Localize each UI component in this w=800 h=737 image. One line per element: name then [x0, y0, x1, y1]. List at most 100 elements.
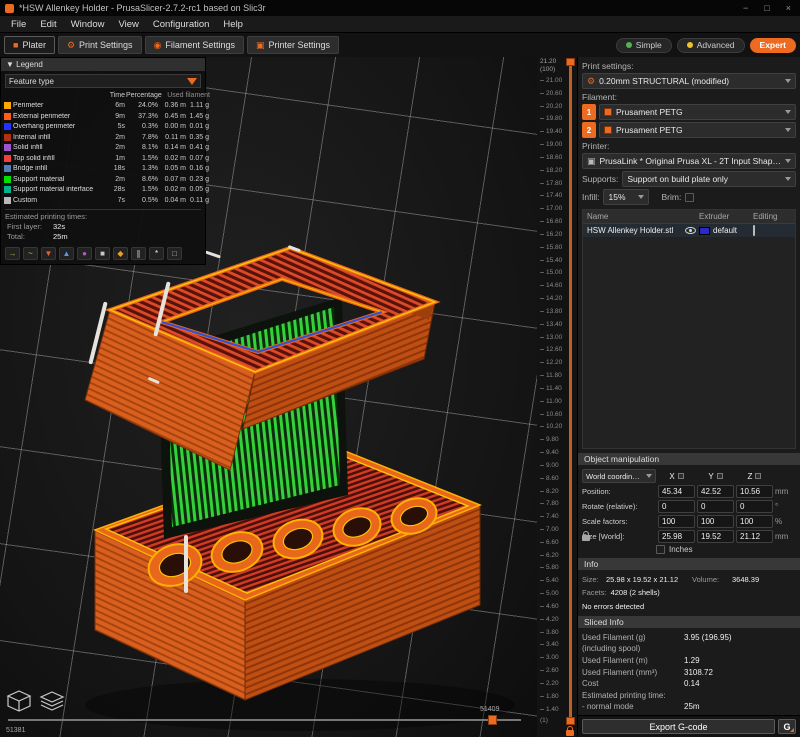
layer-slider-track[interactable]	[569, 59, 572, 719]
legend-toggle-icons: → ~ ▼ ▲ ● ■ ◆ ∥	[5, 247, 201, 260]
maximize-icon[interactable]: □	[764, 3, 769, 13]
hslider-track[interactable]	[8, 719, 521, 721]
mirror-x-icon[interactable]	[678, 473, 684, 479]
filament-select[interactable]: Prusament PETG	[599, 104, 796, 120]
coordinates-select[interactable]: World coordinates	[582, 469, 656, 483]
feature-filament-g: 0.01 g	[187, 123, 210, 130]
plater-icon: ■	[13, 41, 18, 50]
prusaslicer-window: *HSW Allenkey Holder - PrusaSlicer-2.7.2…	[0, 0, 800, 737]
mode-advanced[interactable]: Advanced	[677, 38, 745, 53]
menu-item[interactable]: Edit	[33, 18, 63, 31]
filter-funnel-icon[interactable]	[187, 78, 197, 85]
feature-time: 2m	[108, 134, 126, 141]
preview-layers-icon[interactable]	[39, 689, 65, 713]
x-value-field[interactable]: 100	[658, 515, 695, 528]
inches-checkbox[interactable]	[656, 545, 665, 554]
legend-toggle-icon[interactable]: ∥	[131, 247, 146, 260]
axis-z-header: Z	[736, 472, 773, 481]
legend-toggle-icon[interactable]: ▲	[59, 247, 74, 260]
sliced-info-row: Used Filament (mm³) 3108.72	[582, 667, 796, 679]
feature-color-swatch	[4, 123, 11, 130]
filament-color-swatch	[604, 108, 612, 116]
y-value-field[interactable]: 0	[697, 500, 734, 513]
eye-icon[interactable]	[685, 227, 696, 234]
menu-item[interactable]: Window	[64, 18, 112, 31]
extruder-badge[interactable]: 2	[582, 122, 596, 138]
feature-type-selector[interactable]: Feature type	[5, 74, 201, 88]
tab-printer-settings[interactable]: ▣ Printer Settings	[247, 36, 339, 54]
tab-plater[interactable]: ■ Plater	[4, 36, 55, 54]
x-value-field[interactable]: 25.98	[658, 530, 695, 543]
gcode-file-icon[interactable]: G	[778, 719, 796, 734]
z-value-field[interactable]: 100	[736, 515, 773, 528]
z-value-field[interactable]: 10.56	[736, 485, 773, 498]
close-icon[interactable]: ×	[786, 3, 791, 13]
layer-slider-upper-handle[interactable]	[566, 58, 575, 66]
feature-name: Overhang perimeter	[13, 123, 108, 130]
extruder-badge[interactable]: 1	[582, 104, 596, 120]
infill-select[interactable]: 15%	[603, 189, 649, 205]
layer-tick: 8.20	[540, 488, 562, 495]
supports-select[interactable]: Support on build plate only	[622, 171, 796, 187]
object-list: Name Extruder Editing HSW Allenkey Holde…	[582, 209, 796, 449]
uniform-scale-lock-icon[interactable]	[582, 535, 590, 541]
mode-simple[interactable]: Simple	[616, 38, 672, 53]
feature-color-swatch	[4, 113, 11, 120]
estimated-times-title: Estimated printing times:	[5, 209, 201, 221]
filament-select[interactable]: Prusament PETG	[599, 122, 796, 138]
y-value-field[interactable]: 42.52	[697, 485, 734, 498]
legend-toggle-icon[interactable]: ~	[23, 247, 38, 260]
menu-item[interactable]: View	[111, 18, 145, 31]
legend-toggle-icon[interactable]: ■	[95, 247, 110, 260]
tab-print-settings[interactable]: ⚙ Print Settings	[58, 36, 142, 54]
chevron-down-icon	[646, 474, 652, 478]
chevron-down-icon	[785, 177, 791, 181]
minimize-icon[interactable]: −	[743, 3, 748, 13]
layer-tick: 8.60	[540, 475, 562, 482]
3d-viewport[interactable]: ▼ Legend Feature type Time Percentage Us…	[0, 57, 537, 737]
slider-lock-icon[interactable]	[566, 730, 574, 736]
legend-toggle-icon[interactable]: →	[5, 247, 20, 260]
y-value-field[interactable]: 100	[697, 515, 734, 528]
info-header: Info	[578, 558, 800, 570]
feature-name: Bridge infill	[13, 165, 108, 172]
export-gcode-button[interactable]: Export G-code	[582, 719, 775, 734]
layer-tick: 11.80	[540, 372, 562, 379]
y-value-field[interactable]: 19.52	[697, 530, 734, 543]
feature-filament-m: 0.11 m	[159, 134, 187, 141]
mode-expert[interactable]: Expert	[750, 38, 796, 53]
feature-filament-m: 0.02 m	[159, 155, 187, 162]
menu-item[interactable]: Configuration	[146, 18, 217, 31]
legend-collapse-header[interactable]: ▼ Legend	[1, 58, 205, 71]
feature-percentage: 1.3%	[126, 165, 159, 172]
feature-time: 2m	[108, 176, 126, 183]
object-row[interactable]: HSW Allenkey Holder.stl default	[583, 224, 795, 237]
mirror-z-icon[interactable]	[755, 473, 761, 479]
layer-tick: 20.20	[540, 103, 562, 110]
printer-select[interactable]: ▣ PrusaLink * Original Prusa XL - 2T Inp…	[582, 153, 796, 169]
edit-object-icon[interactable]	[753, 225, 755, 236]
legend-toggle-icon[interactable]: □	[167, 247, 182, 260]
menu-item[interactable]: File	[4, 18, 33, 31]
brim-checkbox[interactable]	[685, 193, 694, 202]
tab-filament-settings[interactable]: ◉ Filament Settings	[145, 36, 244, 54]
legend-toggle-icon[interactable]: ●	[77, 247, 92, 260]
x-value-field[interactable]: 45.34	[658, 485, 695, 498]
legend-toggle-icon[interactable]: ◆	[113, 247, 128, 260]
z-value-field[interactable]: 21.12	[736, 530, 773, 543]
menu-item[interactable]: Help	[216, 18, 250, 31]
layer-slider[interactable]: 21.20 (100) 21.0020.6020.2019.8019.4019.…	[537, 57, 577, 737]
chevron-down-icon	[785, 79, 791, 83]
editor-view-icon[interactable]	[6, 689, 32, 713]
print-settings-select[interactable]: ⚙ 0.20mm STRUCTURAL (modified)	[582, 73, 796, 89]
hslider-handle[interactable]	[488, 715, 497, 725]
z-value-field[interactable]: 0	[736, 500, 773, 513]
mirror-y-icon[interactable]	[717, 473, 723, 479]
legend-toggle-icon[interactable]: *	[149, 247, 164, 260]
legend-row: Custom 7s 0.5% 0.04 m 0.11 g	[1, 195, 205, 206]
layer-slider-lower-handle[interactable]	[566, 717, 575, 725]
sliced-info-row: Estimated printing time:	[582, 690, 796, 702]
layer-tick: 3.80	[540, 629, 562, 636]
x-value-field[interactable]: 0	[658, 500, 695, 513]
legend-toggle-icon[interactable]: ▼	[41, 247, 56, 260]
